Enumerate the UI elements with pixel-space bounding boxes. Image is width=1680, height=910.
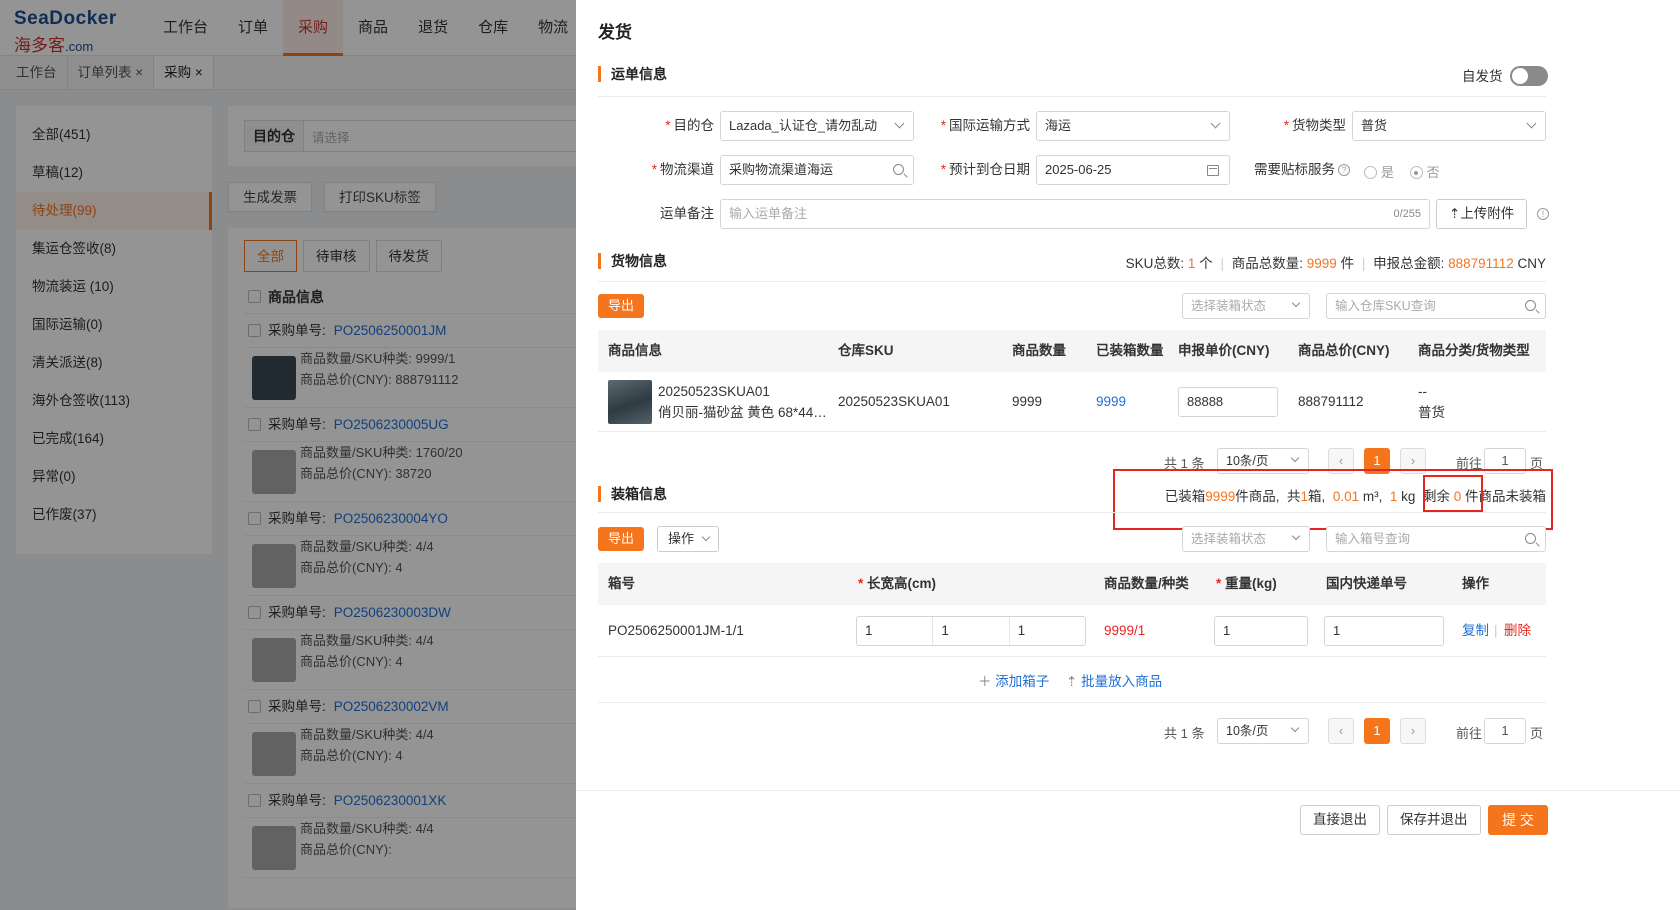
add-box-button[interactable]: ＋ 添加箱子 <box>978 670 1049 690</box>
chevron-down-icon <box>1210 118 1221 129</box>
packing-pagination: 共 1 条 10条/页 ‹ 1 › 前往 1 页 <box>576 718 1680 744</box>
product-qty: 9999 <box>1012 394 1043 409</box>
modal-overlay[interactable] <box>0 0 576 910</box>
packing-export-button[interactable]: 导出 <box>598 527 645 551</box>
chevron-down-icon <box>701 532 711 542</box>
radio-yes[interactable]: 是 <box>1364 165 1394 180</box>
upload-attachment-button[interactable]: ⇡上传附件 <box>1436 199 1528 229</box>
goto-label: 前往 <box>1456 726 1483 741</box>
product-sku-code: 20250523SKUA01 <box>658 384 770 399</box>
warehouse-sku: 20250523SKUA01 <box>838 394 950 409</box>
drawer-title: 发货 <box>598 23 632 42</box>
goods-summary: SKU总数: 1 个 | 商品总数量: 9999 件 | 申报总金额: 8887… <box>1125 256 1546 271</box>
packing-table-header: 箱号 * 长宽高(cm) 商品数量/种类 * 重量(kg) 国内快递单号 操作 <box>598 563 1546 605</box>
chevron-down-icon <box>1290 723 1300 733</box>
packing-ops-dropdown[interactable]: 操作 <box>657 526 720 552</box>
remark-input[interactable]: 输入运单备注 0/255 <box>720 199 1430 229</box>
height-input[interactable]: 1 <box>1010 617 1085 645</box>
packing-section-title: 装箱信息 <box>598 486 667 502</box>
dest-label: * 目的仓 <box>665 118 714 133</box>
search-icon <box>1525 300 1536 311</box>
goods-box-status-select[interactable]: 选择装箱状态 <box>1182 293 1310 319</box>
batch-put-button[interactable]: ⇡ 批量放入商品 <box>1066 670 1162 690</box>
copy-box-link[interactable]: 复制 <box>1462 610 1489 652</box>
product-name: 俏贝丽-猫砂盆 黄色 68*44… <box>658 405 827 420</box>
goto-page-input[interactable]: 1 <box>1484 718 1526 744</box>
channel-label: * 物流渠道 <box>651 162 714 177</box>
product-thumbnail[interactable] <box>608 380 652 424</box>
radio-no[interactable]: 否 <box>1409 165 1440 180</box>
pagination-total: 共 1 条 <box>1164 726 1205 741</box>
submit-button[interactable]: 提 交 <box>1488 805 1548 835</box>
chevron-down-icon <box>1291 531 1301 541</box>
warehouse-sku-search[interactable]: 输入仓库SKU查询 <box>1326 293 1546 319</box>
plus-icon: ＋ <box>978 674 992 689</box>
waybill-section-title: 运单信息 <box>598 66 667 82</box>
intl-shipping-select[interactable]: 海运 <box>1036 111 1230 141</box>
page-1-button[interactable]: 1 <box>1364 718 1390 744</box>
box-number-search[interactable]: 输入箱号查询 <box>1326 526 1546 552</box>
boxed-qty-link[interactable]: 9999 <box>1096 381 1126 423</box>
product-category: -- <box>1418 384 1427 399</box>
search-icon <box>1525 533 1536 544</box>
remark-label: 运单备注 <box>660 206 714 221</box>
weight-input[interactable]: 1 <box>1214 616 1308 646</box>
exit-button[interactable]: 直接退出 <box>1300 805 1380 835</box>
annotation-box-remaining <box>1423 475 1483 512</box>
width-input[interactable]: 1 <box>933 617 1010 645</box>
intl-shipping-label: * 国际运输方式 <box>940 118 1030 133</box>
prev-page-button[interactable]: ‹ <box>1328 718 1354 744</box>
chevron-down-icon <box>894 118 905 129</box>
self-ship-label: 自发货 <box>1462 69 1503 84</box>
cargo-type-label: * 货物类型 <box>1283 118 1346 133</box>
upload-icon: ⇡ <box>1449 206 1461 221</box>
chevron-down-icon <box>1526 118 1537 129</box>
dimension-inputs: 1 1 1 <box>856 616 1086 646</box>
tracking-input[interactable]: 1 <box>1324 616 1444 646</box>
length-input[interactable]: 1 <box>857 617 934 645</box>
label-service-label: 需要贴标服务? <box>1240 155 1350 185</box>
page-unit: 页 <box>1530 726 1544 741</box>
cargo-type-select[interactable]: 普货 <box>1352 111 1546 141</box>
next-page-button[interactable]: › <box>1400 718 1426 744</box>
box-qty-kind[interactable]: 9999/1 <box>1104 610 1145 652</box>
goods-table-row: 20250523SKUA01 俏贝丽-猫砂盆 黄色 68*44… 2025052… <box>598 372 1546 432</box>
delete-box-link[interactable]: 删除 <box>1504 610 1531 652</box>
eta-label: * 预计到仓日期 <box>940 162 1030 177</box>
save-exit-button[interactable]: 保存并退出 <box>1387 805 1481 835</box>
goods-export-button[interactable]: 导出 <box>598 294 645 318</box>
calendar-icon <box>1207 165 1219 176</box>
box-number: PO2506250001JM-1/1 <box>608 623 744 638</box>
product-total: 888791112 <box>1298 394 1364 409</box>
unit-price-input[interactable]: 88888 <box>1178 387 1278 417</box>
remark-counter: 0/255 <box>1393 208 1421 220</box>
chevron-down-icon <box>1291 298 1301 308</box>
packing-table-row: PO2506250001JM-1/1 1 1 1 9999/1 1 1 复制 |… <box>598 605 1546 657</box>
annotation-box-outer <box>1113 469 1553 530</box>
upload-icon: ⇡ <box>1066 674 1078 689</box>
goods-table-header: 商品信息 仓库SKU 商品数量 已装箱数量 申报单价(CNY) 商品总价(CNY… <box>598 330 1546 372</box>
page-size-select[interactable]: 10条/页 <box>1217 718 1309 744</box>
self-ship-toggle[interactable] <box>1510 66 1548 86</box>
label-service-radio: 是 否 <box>1364 162 1440 181</box>
search-icon <box>893 164 904 175</box>
eta-date-picker[interactable]: 2025-06-25 <box>1036 155 1230 185</box>
help-icon: ! <box>1537 208 1549 220</box>
chevron-down-icon <box>1290 453 1300 463</box>
product-cargo-type: 普货 <box>1418 405 1445 420</box>
packing-box-status-select[interactable]: 选择装箱状态 <box>1182 526 1310 552</box>
help-icon: ? <box>1338 164 1350 176</box>
ship-drawer: 发货 运单信息 自发货 * 目的仓 Lazada_认证仓_请勿乱动 * 国际运输方式… <box>576 0 1680 910</box>
goods-section-title: 货物信息 <box>598 253 667 269</box>
dest-select[interactable]: Lazada_认证仓_请勿乱动 <box>720 111 914 141</box>
channel-input[interactable]: 采购物流渠道海运 <box>720 155 914 185</box>
